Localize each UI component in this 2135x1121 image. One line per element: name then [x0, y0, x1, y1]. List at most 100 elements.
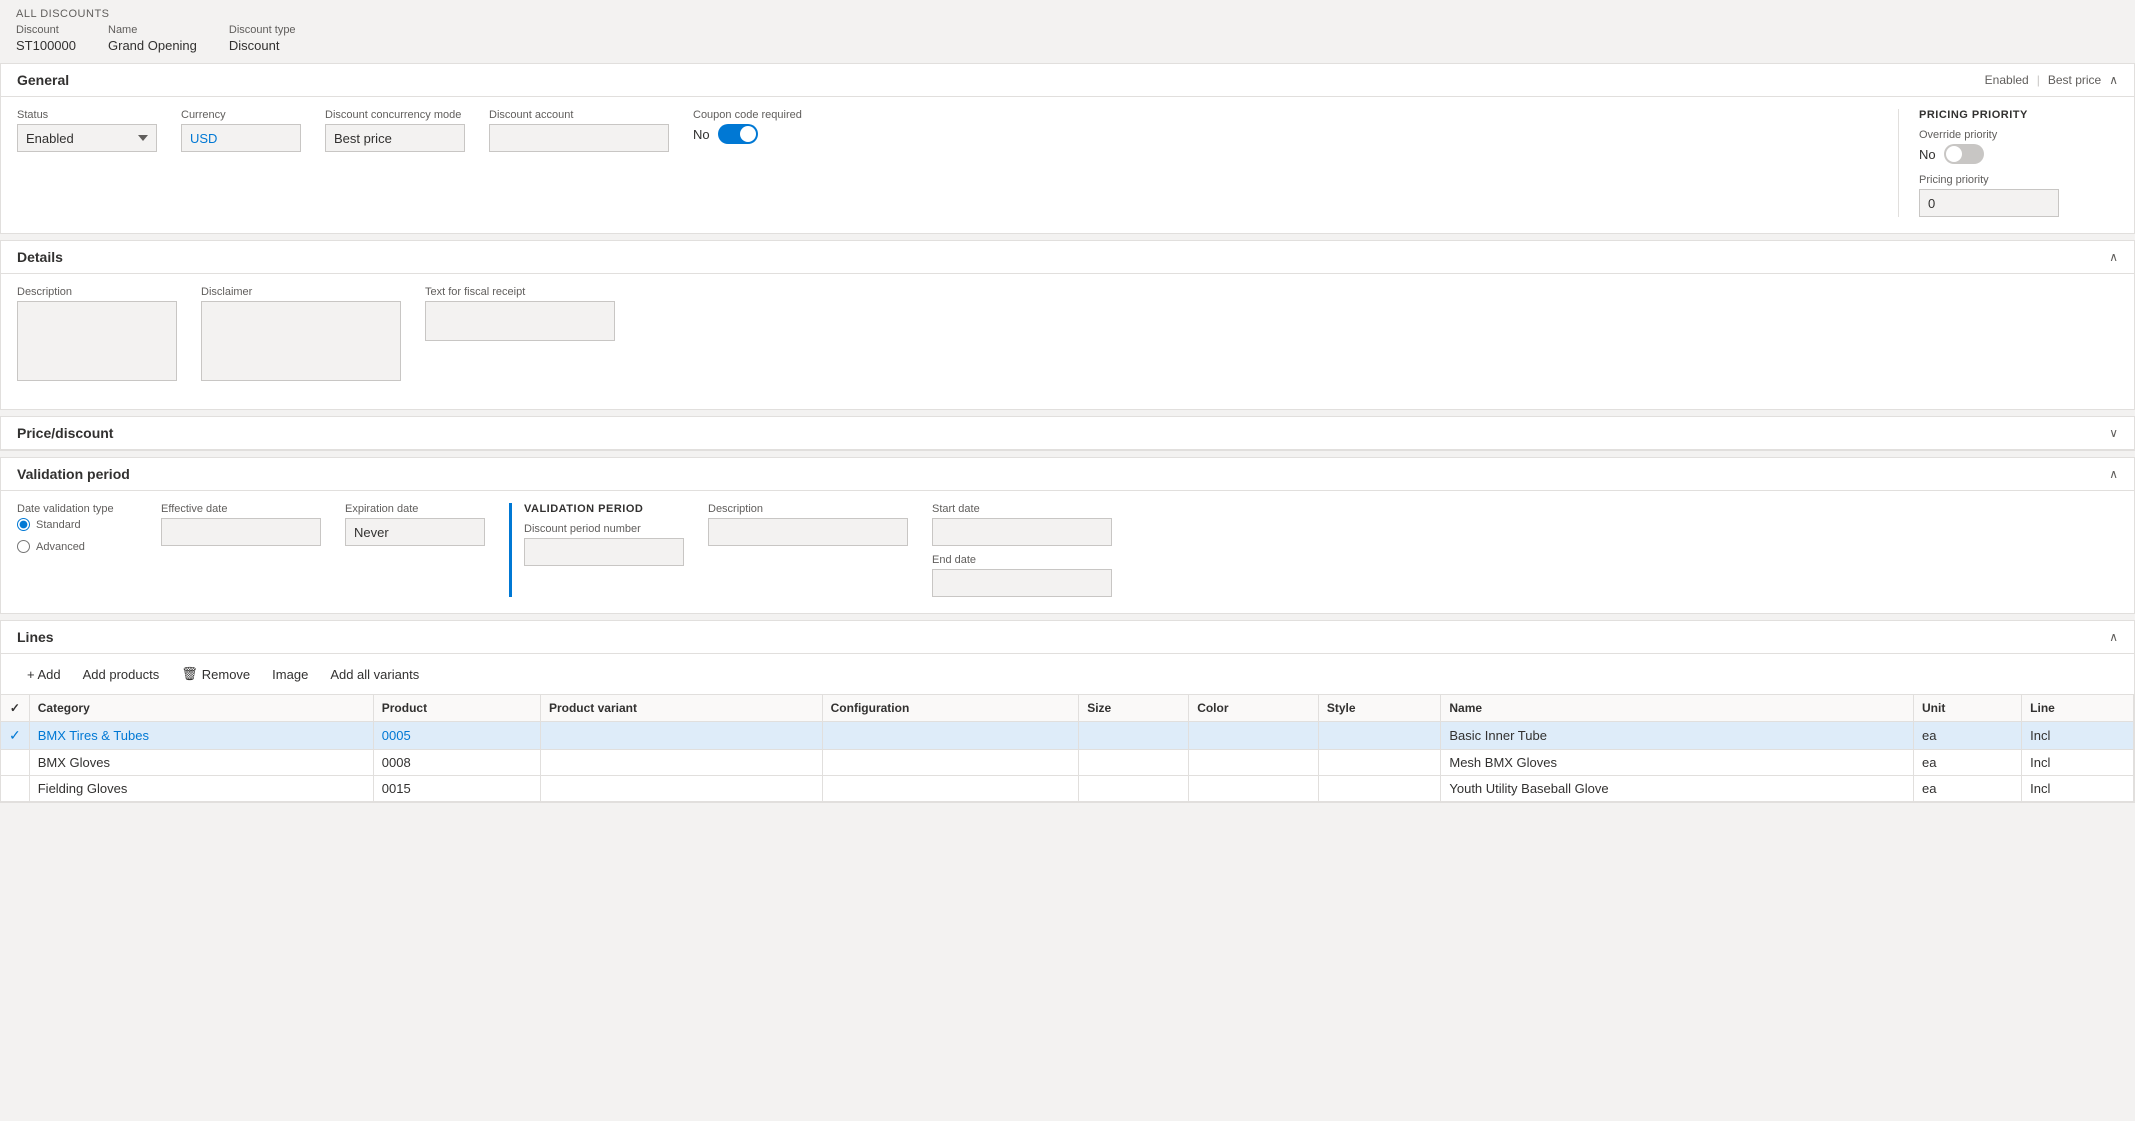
status-select[interactable]: Enabled [17, 124, 157, 152]
lines-table-body: ✓ BMX Tires & Tubes 0005 Basic Inner Tubeea… [1, 722, 2134, 802]
fiscal-input[interactable] [425, 301, 615, 341]
discount-type-value: Discount [229, 38, 296, 53]
lines-section-header[interactable]: Lines ∧ [1, 621, 2134, 654]
general-main: Status Enabled Currency USD Discount con… [17, 109, 1874, 217]
lines-chevron: ∧ [2109, 630, 2118, 644]
general-body-container: Status Enabled Currency USD Discount con… [1, 97, 2134, 233]
start-date-label: Start date [932, 503, 1112, 515]
pricing-priority-input[interactable]: 0 [1919, 189, 2059, 217]
override-priority-field: Override priority No [1919, 129, 2118, 164]
general-chevron: ∧ [2109, 73, 2118, 87]
description-field: Description [17, 286, 177, 381]
override-priority-toggle[interactable] [1944, 144, 1984, 164]
record-fields: Discount ST100000 Name Grand Opening Dis… [16, 24, 2119, 53]
col-size: Size [1079, 695, 1189, 722]
status-field: Status Enabled [17, 109, 157, 152]
advanced-label: Advanced [36, 541, 85, 553]
row-product-link[interactable]: 0005 [382, 728, 411, 743]
discount-concurrency-label: Discount concurrency mode [325, 109, 465, 121]
row-check[interactable] [1, 750, 29, 776]
details-section: Details ∧ Description Disclaimer Text fo… [0, 240, 2135, 410]
validation-title: Validation period [17, 466, 130, 482]
expiration-date-label: Expiration date [345, 503, 485, 515]
col-name: Name [1441, 695, 1914, 722]
override-priority-label: Override priority [1919, 129, 2118, 141]
general-section-header[interactable]: General Enabled | Best price ∧ [1, 64, 2134, 97]
standard-radio[interactable] [17, 518, 30, 531]
add-button[interactable]: + Add [17, 660, 71, 688]
standard-label: Standard [36, 519, 81, 531]
row-size [1079, 722, 1189, 750]
row-category: Fielding Gloves [29, 776, 373, 802]
price-discount-section: Price/discount ∨ [0, 416, 2135, 451]
general-header-right: Enabled | Best price ∧ [1985, 73, 2118, 87]
details-body: Description Disclaimer Text for fiscal r… [1, 274, 2134, 409]
discount-period-label: Discount period number [524, 523, 684, 535]
validation-section-header[interactable]: Validation period ∧ [1, 458, 2134, 491]
date-validation-label: Date validation type [17, 503, 137, 515]
discount-type-label: Discount type [229, 24, 296, 36]
row-category-link[interactable]: BMX Tires & Tubes [38, 728, 149, 743]
name-field: Name Grand Opening [108, 24, 197, 53]
row-unit: ea [1914, 750, 2022, 776]
row-product: 0008 [373, 750, 540, 776]
general-section: General Enabled | Best price ∧ Status En… [0, 63, 2135, 234]
col-configuration: Configuration [822, 695, 1079, 722]
add-products-button[interactable]: Add products [73, 660, 170, 688]
effective-date-input[interactable] [161, 518, 321, 546]
col-color: Color [1189, 695, 1319, 722]
start-date-input[interactable] [932, 518, 1112, 546]
col-unit: Unit [1914, 695, 2022, 722]
check-icon: ✓ [9, 727, 21, 743]
price-discount-header[interactable]: Price/discount ∨ [1, 417, 2134, 450]
validation-description-input[interactable] [708, 518, 908, 546]
lines-table: ✓ Category Product Product variant Confi… [1, 695, 2134, 802]
row-check[interactable]: ✓ [1, 722, 29, 750]
disclaimer-field: Disclaimer [201, 286, 401, 381]
validation-chevron: ∧ [2109, 467, 2118, 481]
row-product-variant [540, 722, 822, 750]
currency-value: USD [181, 124, 301, 152]
col-product: Product [373, 695, 540, 722]
discount-account-label: Discount account [489, 109, 669, 121]
end-date-field: End date [932, 554, 1112, 597]
breadcrumb: ALL DISCOUNTS [16, 8, 2119, 20]
general-price-right: Best price [2048, 73, 2101, 87]
row-line: Incl [2022, 750, 2134, 776]
row-check[interactable] [1, 776, 29, 802]
currency-label: Currency [181, 109, 301, 121]
description-input[interactable] [17, 301, 177, 381]
table-row[interactable]: Fielding Gloves0015Youth Utility Basebal… [1, 776, 2134, 802]
pricing-priority-field: Pricing priority 0 [1919, 174, 2118, 217]
validation-period-box: VALIDATION PERIOD Discount period number [509, 503, 684, 597]
row-name: Basic Inner Tube [1441, 722, 1914, 750]
pricing-priority-title: PRICING PRIORITY [1919, 109, 2118, 121]
coupon-toggle-row: No [693, 124, 813, 144]
discount-account-value [489, 124, 669, 152]
end-date-input[interactable] [932, 569, 1112, 597]
disclaimer-label: Disclaimer [201, 286, 401, 298]
discount-value: ST100000 [16, 38, 76, 53]
row-product-variant [540, 750, 822, 776]
row-unit: ea [1914, 776, 2022, 802]
table-row[interactable]: BMX Gloves0008Mesh BMX GloveseaIncl [1, 750, 2134, 776]
coupon-value-label: No [693, 127, 710, 142]
row-product[interactable]: 0005 [373, 722, 540, 750]
discount-period-input[interactable] [524, 538, 684, 566]
lines-toolbar: + Add Add products 🗑 Remove Image Add al… [1, 654, 2134, 695]
coupon-toggle[interactable] [718, 124, 758, 144]
lines-table-header: ✓ Category Product Product variant Confi… [1, 695, 2134, 722]
details-section-header[interactable]: Details ∧ [1, 241, 2134, 274]
row-color [1189, 722, 1319, 750]
row-size [1079, 750, 1189, 776]
row-category[interactable]: BMX Tires & Tubes [29, 722, 373, 750]
image-button[interactable]: Image [262, 660, 318, 688]
remove-button[interactable]: 🗑 Remove [171, 660, 260, 688]
row-category: BMX Gloves [29, 750, 373, 776]
date-validation-field: Date validation type Standard Advanced [17, 503, 137, 597]
table-row[interactable]: ✓BMX Tires & Tubes0005Basic Inner Tubeea… [1, 722, 2134, 750]
advanced-radio[interactable] [17, 540, 30, 553]
add-all-variants-button[interactable]: Add all variants [320, 660, 429, 688]
disclaimer-input[interactable] [201, 301, 401, 381]
col-category: Category [29, 695, 373, 722]
